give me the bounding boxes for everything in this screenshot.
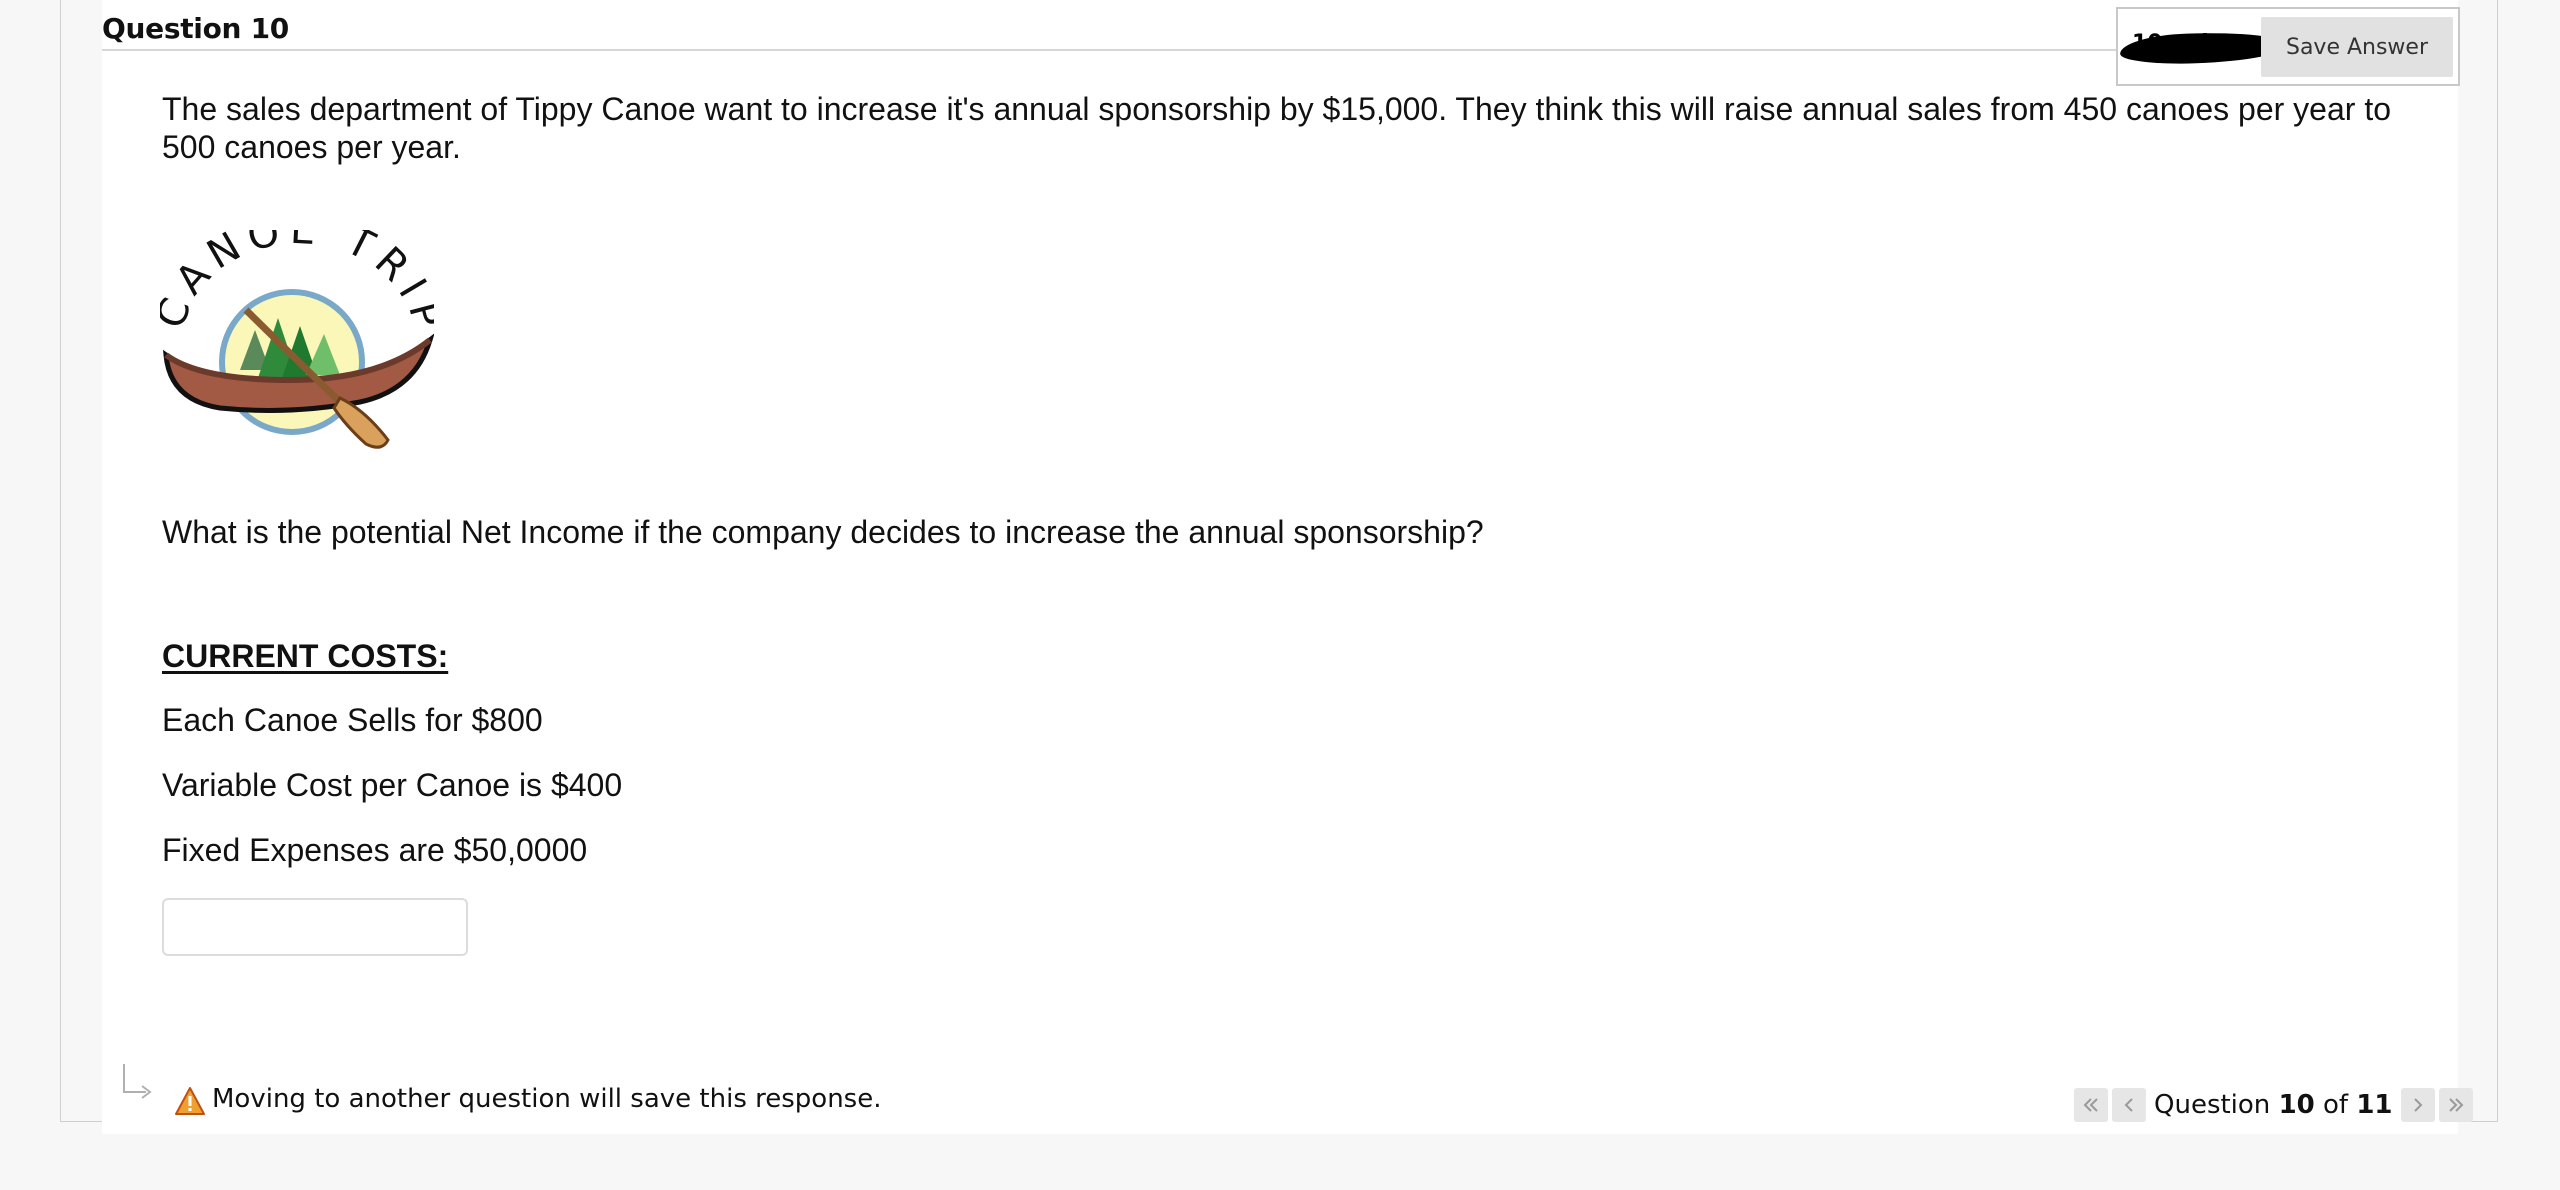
counter-total: 11 [2356,1090,2393,1120]
counter-current: 10 [2278,1090,2315,1120]
warning-icon [175,1087,205,1115]
counter-prefix: Question [2154,1090,2271,1120]
question-text: What is the potential Net Income if the … [162,514,1484,550]
answer-input[interactable] [162,898,468,956]
counter-of: of [2323,1090,2349,1120]
chevron-right-icon [2413,1098,2422,1112]
corner-arrow-icon [123,1064,152,1099]
first-question-button[interactable] [2074,1088,2108,1122]
cost-line-variable: Variable Cost per Canoe is $400 [162,767,623,803]
next-question-button[interactable] [2400,1088,2435,1122]
cost-line-price: Each Canoe Sells for $800 [162,702,543,738]
save-answer-button[interactable]: Save Answer [2261,17,2453,77]
question-title: Question 10 [102,12,289,45]
chevron-left-icon [2124,1098,2133,1112]
double-chevron-right-icon [2448,1098,2463,1112]
last-question-button[interactable] [2438,1088,2473,1122]
costs-heading: CURRENT COSTS: [162,638,449,674]
cost-line-fixed: Fixed Expenses are $50,0000 [162,832,588,868]
previous-question-button[interactable] [2112,1088,2146,1122]
double-chevron-left-icon [2083,1098,2098,1112]
save-note: Moving to another question will save thi… [212,1084,882,1114]
question-navigation: Question 10 of 11 [2074,1088,2473,1122]
title-divider [102,49,2458,51]
question-prompt: The sales department of Tippy Canoe want… [162,91,2391,165]
question-counter: Question 10 of 11 [2150,1090,2397,1120]
canoe-trip-logo: CANOE TRIP [160,230,434,449]
question-panel [102,0,2458,1134]
